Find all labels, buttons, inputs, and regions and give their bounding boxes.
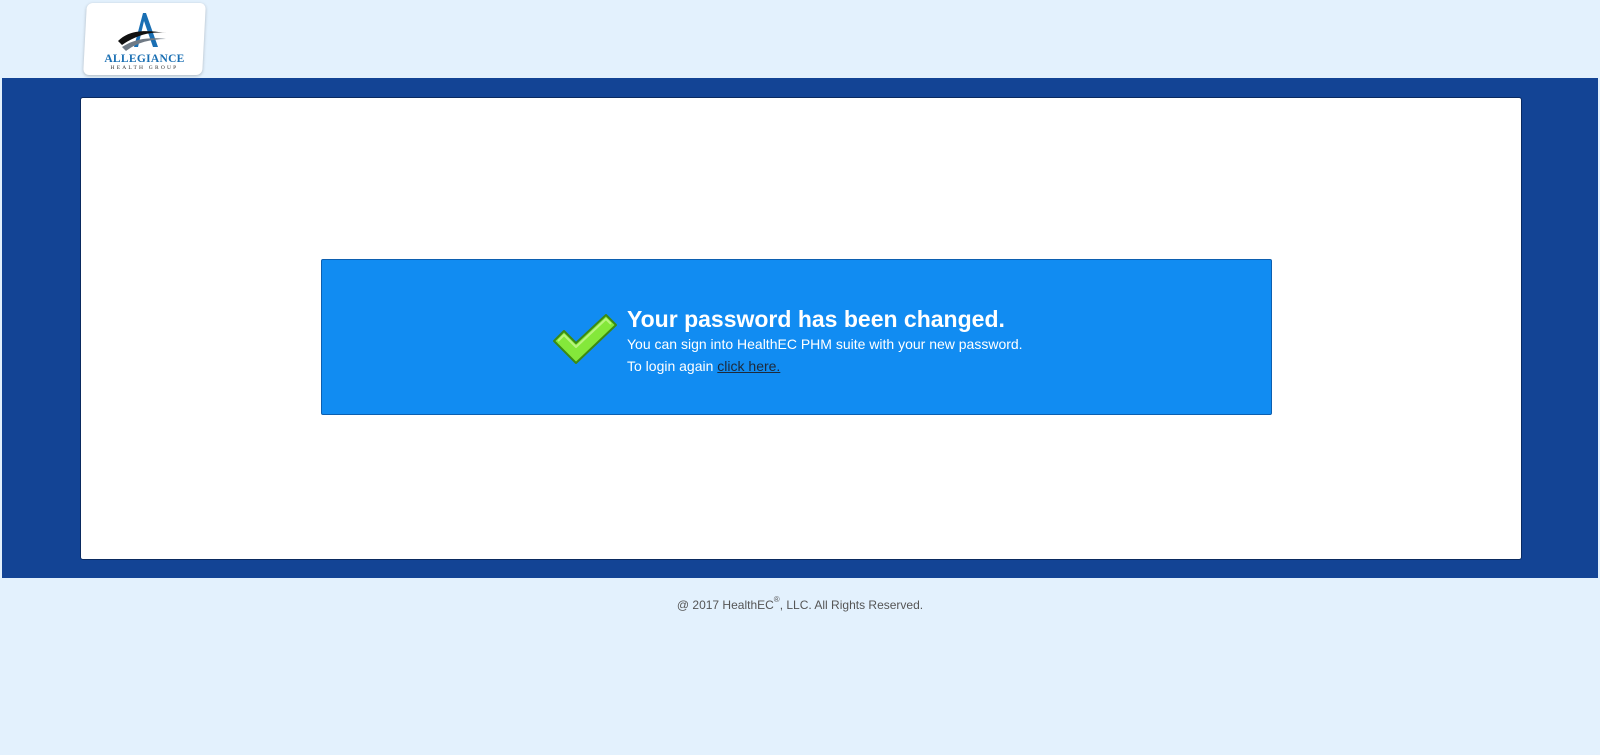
- login-link[interactable]: click here.: [717, 358, 780, 374]
- registered-mark: ®: [773, 595, 780, 604]
- footer-suffix: , LLC. All Rights Reserved.: [779, 598, 924, 612]
- logo-inner: ALLEGIANCE HEALTH GROUP: [85, 3, 204, 75]
- allegiance-a-logo-icon: [118, 13, 166, 51]
- logo-subtitle: HEALTH GROUP: [110, 65, 179, 71]
- content-panel: Your password has been changed. You can …: [80, 97, 1522, 560]
- logo[interactable]: ALLEGIANCE HEALTH GROUP: [83, 3, 206, 75]
- main-band: Your password has been changed. You can …: [2, 78, 1598, 578]
- page: ALLEGIANCE HEALTH GROUP Your password ha…: [0, 0, 1600, 755]
- alert-description: You can sign into HealthEC PHM suite wit…: [627, 336, 1023, 352]
- header: ALLEGIANCE HEALTH GROUP: [0, 0, 1600, 78]
- login-prefix: To login again: [627, 358, 718, 374]
- footer-copyright: @ 2017 HealthEC®, LLC. All Rights Reserv…: [0, 595, 1600, 612]
- success-alert: Your password has been changed. You can …: [321, 259, 1272, 415]
- alert-text: Your password has been changed. You can …: [627, 306, 1023, 377]
- footer-prefix: @ 2017 HealthEC: [676, 598, 774, 612]
- green-checkmark-icon: [553, 314, 617, 364]
- login-instruction: To login again click here.: [627, 355, 1023, 377]
- logo-name: ALLEGIANCE: [104, 53, 185, 65]
- alert-title: Your password has been changed.: [627, 306, 1005, 332]
